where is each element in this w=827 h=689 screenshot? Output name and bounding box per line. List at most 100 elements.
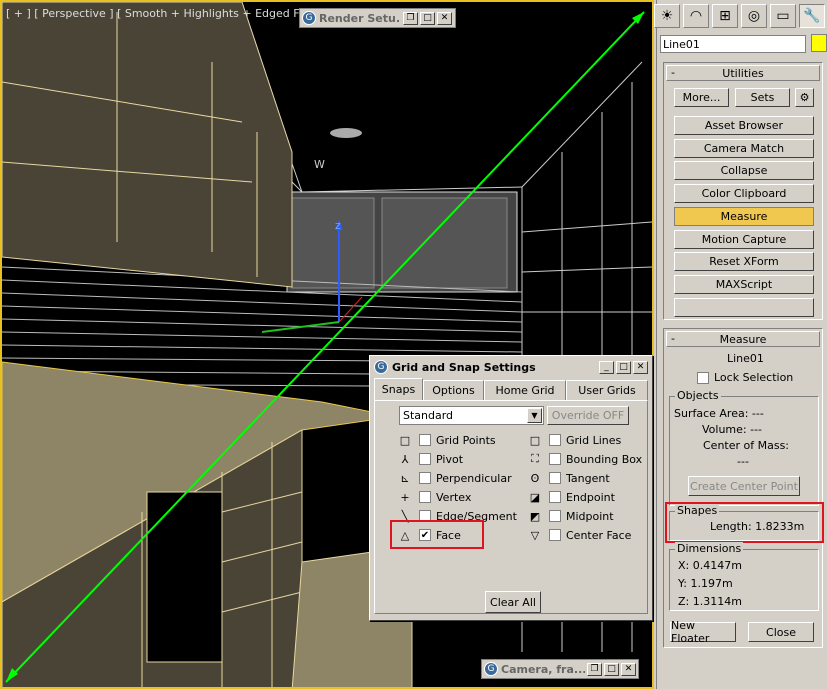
camera-window[interactable]: G Camera, fra... ❐ □ ✕ — [481, 659, 639, 679]
create-center-point-button[interactable]: Create Center Point — [688, 476, 800, 496]
snap-label: Grid Lines — [566, 433, 622, 447]
motion-icon[interactable]: ◎ — [741, 4, 767, 28]
measure-header[interactable]: - Measure — [666, 331, 820, 347]
endpoint-checkbox[interactable] — [549, 491, 561, 503]
midpoint-checkbox[interactable] — [549, 510, 561, 522]
snap-grid-points[interactable]: □ Grid Points — [397, 432, 496, 448]
lock-selection-checkbox[interactable] — [697, 371, 709, 384]
snaps-tab-body: Standard ▼ Override OFF □ Grid Points ⅄ … — [374, 400, 648, 614]
camera-window-title: Camera, fra... — [501, 662, 585, 676]
color-clipboard-button[interactable]: Color Clipboard — [674, 184, 814, 203]
snap-label: Midpoint — [566, 509, 614, 523]
snap-label: Vertex — [436, 490, 472, 504]
maxscript-button[interactable]: MAXScript — [674, 275, 814, 294]
asset-browser-button[interactable]: Asset Browser — [674, 116, 814, 135]
render-setup-title: Render Setu... — [319, 11, 401, 25]
utilities-header[interactable]: - Utilities — [666, 65, 820, 81]
grid-snap-tabs: Snaps Options Home Grid User Grids — [374, 378, 648, 400]
tangent-icon: ʘ — [530, 471, 540, 485]
snap-center-face[interactable]: ▽ Center Face — [527, 527, 632, 543]
pivot-checkbox[interactable] — [419, 453, 431, 465]
snap-perpendicular[interactable]: ⊾ Perpendicular — [397, 470, 511, 486]
close-icon[interactable]: ✕ — [633, 360, 648, 374]
maximize-icon[interactable]: □ — [616, 360, 631, 374]
grid-snap-dialog[interactable]: G Grid and Snap Settings _ □ ✕ Snaps Opt… — [369, 355, 653, 621]
close-button[interactable]: Close — [748, 622, 814, 642]
measured-object-name: Line01 — [727, 352, 764, 365]
grid-lines-checkbox[interactable] — [549, 434, 561, 446]
minimize-icon[interactable]: _ — [599, 360, 614, 374]
snap-preset-select[interactable]: Standard ▼ — [399, 406, 544, 425]
objects-group: Objects Surface Area: --- Volume: --- Ce… — [669, 389, 819, 506]
render-setup-window[interactable]: G Render Setu... ❐ □ ✕ — [299, 8, 456, 28]
viewport-label[interactable]: [ + ] [ Perspective ] [ Smooth + Highlig… — [6, 7, 332, 20]
snap-pivot[interactable]: ⅄ Pivot — [397, 451, 463, 467]
grid-points-checkbox[interactable] — [419, 434, 431, 446]
collapse-button[interactable]: Collapse — [674, 161, 814, 180]
measure-rollout: - Measure Line01 Lock Selection Objects … — [663, 328, 824, 648]
snap-endpoint[interactable]: ◪ Endpoint — [527, 489, 615, 505]
shapes-highlight-box — [665, 502, 824, 543]
display-icon[interactable]: ▭ — [770, 4, 796, 28]
reset-xform-button[interactable]: Reset XForm — [674, 252, 814, 271]
grid-snap-titlebar[interactable]: G Grid and Snap Settings _ □ ✕ — [371, 357, 651, 377]
snap-midpoint[interactable]: ◩ Midpoint — [527, 508, 614, 524]
axis-z-label: z — [335, 219, 341, 232]
object-color-swatch[interactable] — [811, 34, 827, 52]
center-face-checkbox[interactable] — [549, 529, 561, 541]
vertex-icon: + — [400, 490, 410, 504]
maximize-icon[interactable]: □ — [604, 662, 619, 676]
snap-label: Tangent — [566, 471, 610, 485]
dimension-z: Z: 1.3114m — [678, 595, 742, 608]
snap-preset-value: Standard — [403, 409, 454, 422]
tab-user-grids[interactable]: User Grids — [566, 380, 648, 400]
close-icon[interactable]: ✕ — [621, 662, 636, 676]
endpoint-icon: ◪ — [529, 490, 541, 504]
tangent-checkbox[interactable] — [549, 472, 561, 484]
camera-match-button[interactable]: Camera Match — [674, 139, 814, 158]
surface-area: Surface Area: --- — [674, 407, 764, 420]
modify-icon[interactable]: ◠ — [683, 4, 709, 28]
clear-all-button[interactable]: Clear All — [485, 591, 541, 613]
close-icon[interactable]: ✕ — [437, 11, 452, 25]
snap-label: Bounding Box — [566, 452, 643, 466]
snap-label: Endpoint — [566, 490, 615, 504]
measure-button[interactable]: Measure — [674, 207, 814, 226]
pivot-icon: ⅄ — [401, 452, 409, 466]
tab-snaps[interactable]: Snaps — [374, 378, 423, 400]
create-icon[interactable]: ☀ — [654, 4, 680, 28]
configure-sets-icon[interactable]: ⚙ — [795, 88, 814, 107]
new-floater-button[interactable]: New Floater — [670, 619, 736, 645]
empty-utility-button[interactable] — [674, 298, 814, 317]
center-face-icon: ▽ — [530, 528, 540, 542]
tab-home-grid[interactable]: Home Grid — [484, 380, 566, 400]
more-button[interactable]: More... — [674, 88, 729, 107]
face-highlight-box — [390, 520, 484, 549]
measure-title: Measure — [719, 332, 767, 346]
lock-selection[interactable]: Lock Selection — [697, 371, 793, 384]
chevron-down-icon[interactable]: ▼ — [527, 408, 542, 423]
hierarchy-icon[interactable]: ⊞ — [712, 4, 738, 28]
utilities-icon[interactable]: 🔧 — [799, 4, 825, 28]
grid-snap-title: Grid and Snap Settings — [392, 360, 536, 374]
snap-tangent[interactable]: ʘ Tangent — [527, 470, 610, 486]
utilities-rollout: - Utilities More... Sets ⚙ Asset Browser… — [663, 62, 823, 320]
bounding-box-checkbox[interactable] — [549, 453, 561, 465]
snap-label: Pivot — [436, 452, 464, 466]
restore-icon[interactable]: ❐ — [587, 662, 602, 676]
restore-icon[interactable]: ❐ — [403, 11, 418, 25]
override-button[interactable]: Override OFF — [547, 406, 629, 425]
perpendicular-checkbox[interactable] — [419, 472, 431, 484]
utilities-title: Utilities — [722, 66, 764, 80]
tab-options[interactable]: Options — [423, 380, 484, 400]
maximize-icon[interactable]: □ — [420, 11, 435, 25]
snap-grid-lines[interactable]: □ Grid Lines — [527, 432, 621, 448]
grid-lines-icon: □ — [529, 433, 541, 447]
object-name-field[interactable]: Line01 — [660, 35, 806, 53]
sets-button[interactable]: Sets — [735, 88, 790, 107]
vertex-checkbox[interactable] — [419, 491, 431, 503]
midpoint-icon: ◩ — [529, 509, 541, 523]
motion-capture-button[interactable]: Motion Capture — [674, 230, 814, 249]
snap-bounding-box[interactable]: ⛶ Bounding Box — [527, 451, 642, 467]
snap-vertex[interactable]: + Vertex — [397, 489, 471, 505]
